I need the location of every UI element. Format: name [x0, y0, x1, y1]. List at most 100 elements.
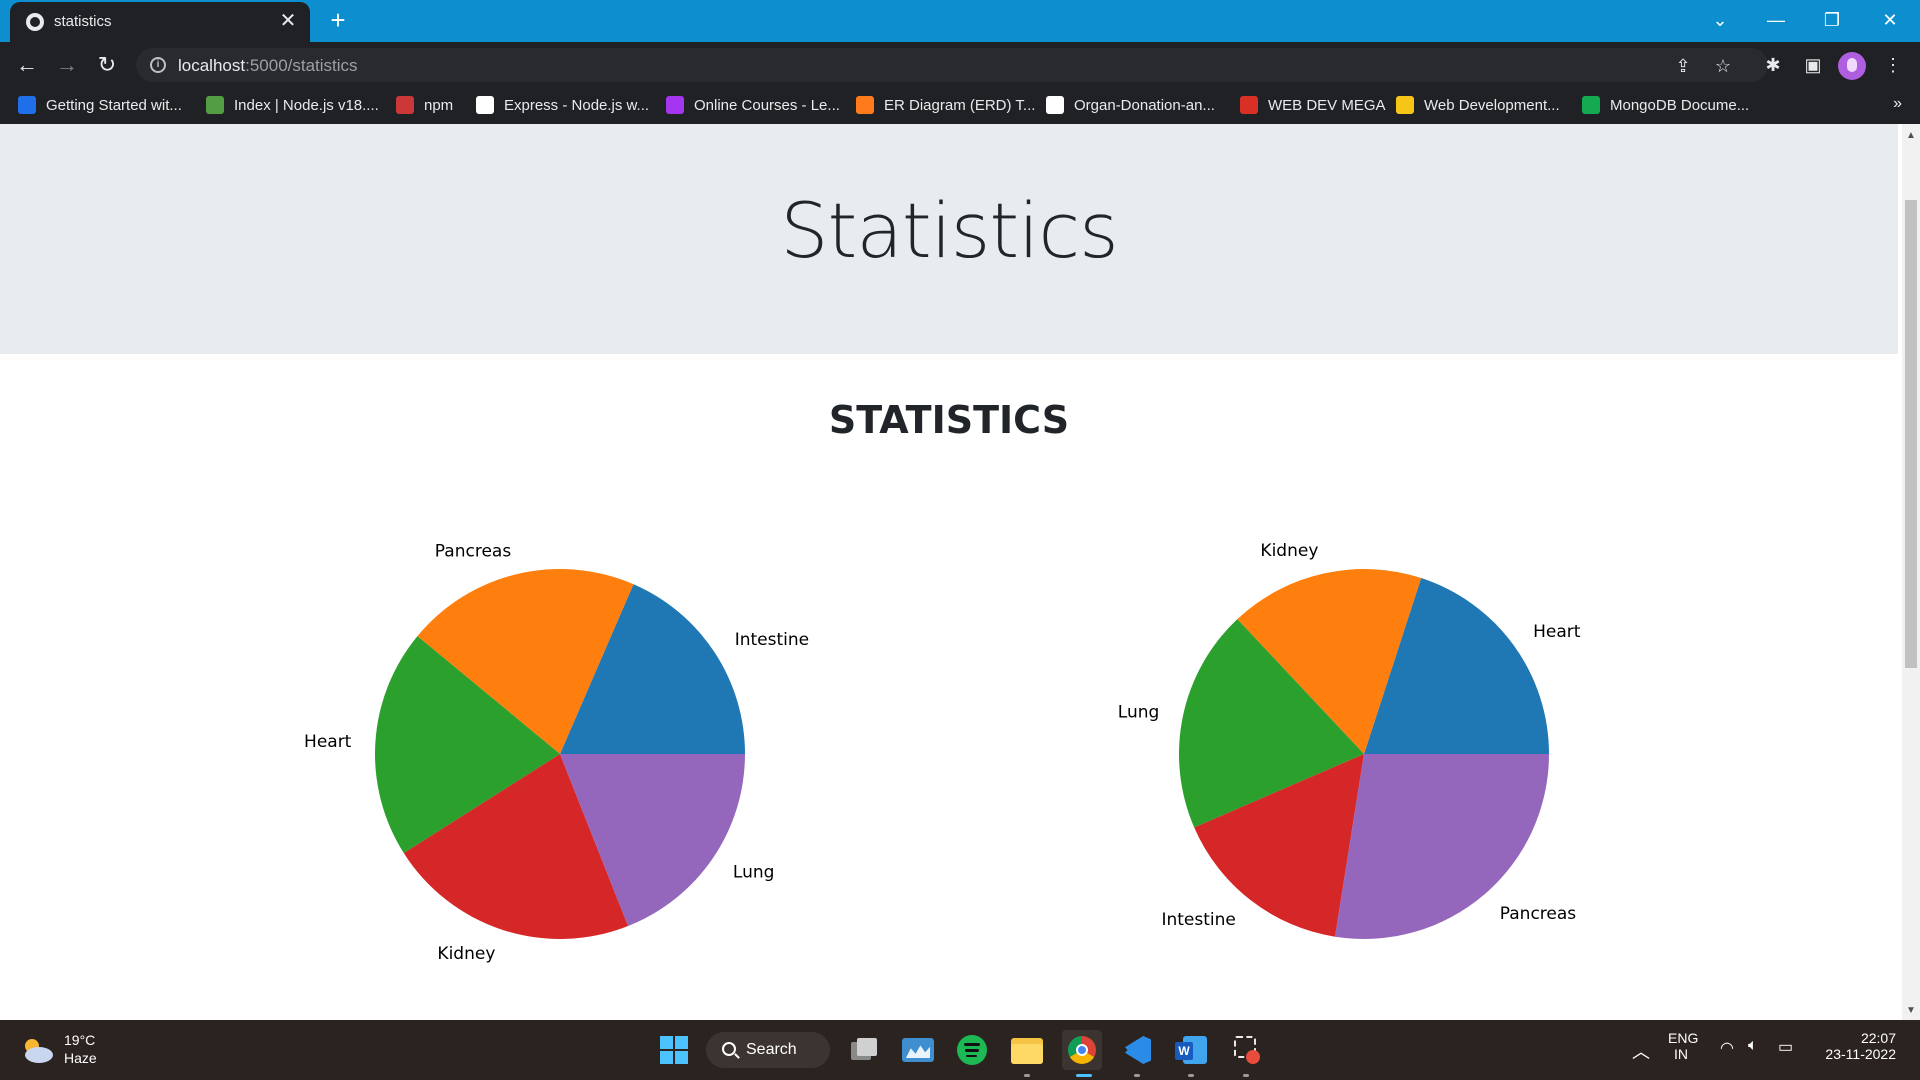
- task-view-icon[interactable]: [843, 1030, 883, 1070]
- pie-label-intestine: Intestine: [735, 630, 809, 650]
- bookmark-favicon-icon: [476, 96, 494, 114]
- file-explorer-icon[interactable]: [1007, 1030, 1047, 1070]
- bookmark-label: Express - Node.js w...: [504, 97, 650, 114]
- vscode-icon[interactable]: [1117, 1030, 1157, 1070]
- url-host: localhost: [178, 56, 246, 75]
- reload-icon[interactable]: ↻: [92, 50, 122, 80]
- scroll-up-icon[interactable]: ▲: [1902, 130, 1920, 141]
- tab-title: statistics: [54, 13, 112, 30]
- bookmark-item[interactable]: Index | Node.js v18....: [206, 95, 379, 117]
- running-indicator: [1188, 1074, 1194, 1077]
- close-window-button[interactable]: ✕: [1870, 4, 1910, 36]
- menu-kebab-icon[interactable]: ⋮: [1880, 52, 1906, 78]
- weather-condition: Haze: [64, 1050, 97, 1066]
- word-icon[interactable]: W: [1171, 1030, 1211, 1070]
- bookmark-favicon-icon: [1240, 96, 1258, 114]
- pie-label-heart: Heart: [304, 732, 352, 752]
- bookmark-label: ER Diagram (ERD) T...: [884, 97, 1036, 114]
- profile-avatar[interactable]: [1838, 52, 1866, 80]
- bookmark-label: Index | Node.js v18....: [234, 97, 379, 114]
- clock-time: 22:07: [1860, 1030, 1896, 1046]
- pie-label-kidney: Kidney: [1260, 541, 1318, 561]
- extensions-icon[interactable]: ✱: [1760, 52, 1786, 78]
- close-tab-icon[interactable]: ✕: [276, 9, 300, 33]
- url-path: :5000/statistics: [245, 56, 358, 75]
- bookmarks-bar: Getting Started wit... Index | Node.js v…: [0, 88, 1920, 124]
- weather-temperature: 19°C: [64, 1032, 96, 1048]
- scrollbar-thumb[interactable]: [1905, 200, 1917, 668]
- battery-icon[interactable]: ▭: [1778, 1037, 1793, 1057]
- active-tab[interactable]: statistics ✕: [10, 2, 310, 42]
- bookmark-star-icon[interactable]: ☆: [1712, 55, 1734, 77]
- chrome-icon[interactable]: [1062, 1030, 1102, 1070]
- spotify-icon[interactable]: [952, 1030, 992, 1070]
- browser-title-bar: statistics ✕ + ⌄ — ❐ ✕: [0, 0, 1920, 42]
- bookmark-item[interactable]: MongoDB Docume...: [1582, 95, 1749, 117]
- bookmark-favicon-icon: [206, 96, 224, 114]
- windows-taskbar: 19°C Haze Search W ︿ ENG IN ◠ 🔈︎ ▭ 22:07…: [0, 1020, 1920, 1080]
- pie-label-lung: Lung: [1118, 703, 1160, 723]
- language-code: ENG: [1668, 1030, 1699, 1046]
- region-code: IN: [1674, 1046, 1688, 1062]
- tab-search-icon[interactable]: ⌄: [1700, 4, 1740, 36]
- jumbotron: Statistics: [0, 124, 1898, 354]
- search-icon: [722, 1042, 736, 1056]
- clock[interactable]: 22:07 23-11-2022: [1822, 1030, 1896, 1062]
- windows-start-icon[interactable]: [654, 1030, 694, 1070]
- bookmark-item[interactable]: Getting Started wit...: [18, 95, 182, 117]
- bookmark-item[interactable]: Organ-Donation-an...: [1046, 95, 1215, 117]
- bookmark-label: Web Development...: [1424, 97, 1560, 114]
- running-indicator: [1243, 1074, 1249, 1077]
- clock-date: 23-11-2022: [1825, 1046, 1896, 1062]
- bookmark-favicon-icon: [18, 96, 36, 114]
- pie-chart-right: Heart Kidney Lung Intestine Pancreas: [1118, 541, 1581, 939]
- bookmark-favicon-icon: [1396, 96, 1414, 114]
- minimize-button[interactable]: —: [1756, 4, 1796, 36]
- weather-cloud-icon: [25, 1039, 53, 1063]
- bookmarks-overflow-icon[interactable]: »: [1893, 95, 1902, 113]
- address-bar[interactable]: i localhost:5000/statistics ⇪ ☆: [136, 48, 1768, 82]
- browser-toolbar: ← → ↻ i localhost:5000/statistics ⇪ ☆ ✱ …: [0, 42, 1920, 88]
- url-text: localhost:5000/statistics: [178, 56, 358, 76]
- pie-label-pancreas: Pancreas: [1500, 904, 1577, 924]
- wifi-icon[interactable]: ◠: [1720, 1038, 1734, 1058]
- bookmark-item[interactable]: ER Diagram (ERD) T...: [856, 95, 1035, 117]
- bookmark-label: npm: [424, 97, 454, 114]
- photos-app-icon[interactable]: [898, 1030, 938, 1070]
- pie-label-kidney: Kidney: [437, 944, 495, 964]
- bookmark-favicon-icon: [666, 96, 684, 114]
- restore-button[interactable]: ❐: [1812, 4, 1852, 36]
- bookmark-item[interactable]: npm: [396, 95, 453, 117]
- bookmark-label: Organ-Donation-an...: [1074, 97, 1215, 114]
- volume-icon[interactable]: 🔈︎: [1748, 1037, 1758, 1055]
- taskbar-search-label: Search: [746, 1041, 797, 1058]
- bookmark-favicon-icon: [856, 96, 874, 114]
- site-info-icon[interactable]: i: [150, 57, 166, 73]
- page-viewport: Statistics STATISTICS Intestine Pancreas H…: [0, 124, 1902, 1020]
- active-indicator: [1076, 1074, 1092, 1077]
- language-indicator[interactable]: ENG IN: [1668, 1030, 1698, 1062]
- bookmark-item[interactable]: Express - Node.js w...: [476, 95, 649, 117]
- statistics-heading: STATISTICS: [828, 398, 1070, 442]
- running-indicator: [1134, 1074, 1140, 1077]
- forward-arrow-icon[interactable]: →: [52, 50, 82, 80]
- bookmark-item[interactable]: Online Courses - Le...: [666, 95, 840, 117]
- bookmark-item[interactable]: Web Development...: [1396, 95, 1560, 117]
- taskbar-search[interactable]: Search: [706, 1032, 830, 1068]
- bookmark-label: Getting Started wit...: [46, 97, 182, 114]
- show-hidden-icons-chevron-icon[interactable]: ︿: [1632, 1038, 1650, 1064]
- pie-label-lung: Lung: [733, 863, 775, 883]
- side-panel-icon[interactable]: ▣: [1800, 52, 1826, 78]
- snipping-tool-icon[interactable]: [1226, 1030, 1266, 1070]
- bookmark-label: WEB DEV MEGA: [1268, 97, 1386, 114]
- vertical-scrollbar[interactable]: ▲ ▼: [1902, 124, 1920, 1020]
- scroll-down-icon[interactable]: ▼: [1902, 1005, 1920, 1016]
- page-title: Statistics: [780, 186, 1118, 275]
- bookmark-item[interactable]: WEB DEV MEGA: [1240, 95, 1386, 117]
- back-arrow-icon[interactable]: ←: [12, 50, 42, 80]
- new-tab-button[interactable]: +: [324, 6, 352, 34]
- bookmark-label: Online Courses - Le...: [694, 97, 840, 114]
- share-icon[interactable]: ⇪: [1672, 55, 1694, 77]
- bookmark-favicon-icon: [1046, 96, 1064, 114]
- pie-label-intestine: Intestine: [1161, 910, 1235, 930]
